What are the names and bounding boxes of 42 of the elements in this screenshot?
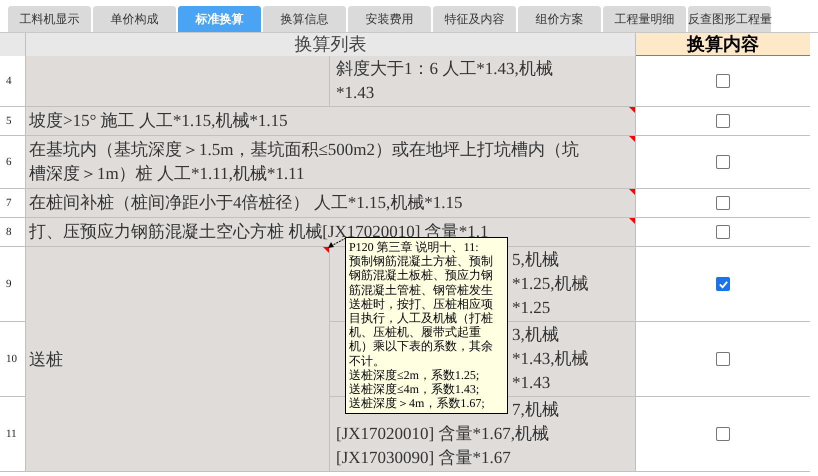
checkbox[interactable] (716, 155, 730, 169)
row-number: 5 (0, 107, 26, 136)
tab[interactable]: 组价方案 (518, 6, 601, 32)
tab[interactable]: 工料机显示 (8, 6, 91, 32)
cell-text: *1.43 (512, 372, 550, 394)
column-header: 换算内容 (636, 33, 810, 57)
tab[interactable]: 反查图形工程量 (688, 6, 771, 32)
cell-text: *1.43 (336, 82, 374, 104)
cell-text: *1.25 (512, 297, 550, 319)
row-number: 11 (0, 397, 26, 472)
tab[interactable]: 工程量明细 (603, 6, 686, 32)
cell-text: *1.25,机械 (512, 273, 588, 295)
cell-text: [JX17020010] 含量*1.67,机械 (336, 423, 549, 445)
table-cell: 坡度>15° 施工 人工*1.15,机械*1.15 (26, 107, 636, 136)
tab[interactable]: 安装费用 (348, 6, 431, 32)
tab[interactable]: 换算信息 (263, 6, 346, 32)
checkbox[interactable] (716, 352, 730, 366)
checkbox[interactable] (716, 225, 730, 239)
cell-text: 7,机械 (512, 399, 559, 421)
cell-text: 送桩 (29, 348, 63, 370)
row-number: 4 (0, 56, 26, 107)
tab[interactable]: 单价构成 (93, 6, 176, 32)
row-number: 8 (0, 218, 26, 247)
note-text: P120 第三章 说明十、11: 预制钢筋混凝土方桩、预制 钢筋混凝土板桩、预应力钢 筋混凝土管桩、钢管桩发生 送桩时，按打、压桩相应项 目执行，人工及机械（打桩 机、压桩机、履带式起重 机）乘以下表的系数，其余 不计。 送桩深度≤2m，系数1.25; 送桩深度≤4m，系数1.43; 送桩深度＞4m，系数1.67; (349, 240, 494, 410)
row-number: 7 (0, 189, 26, 218)
cell-text: 5,机械 (512, 249, 559, 271)
checkbox[interactable] (716, 74, 730, 88)
cell-text: [JX17030090] 含量*1.67 (336, 447, 511, 469)
table-cell: 在基坑内（基坑深度＞1.5m，基坑面积≤500m2）或在地坪上打坑槽内（坑槽深度＞1m）桩 人工*1.11,机械*1.11 (26, 136, 636, 189)
checkbox[interactable] (716, 114, 730, 128)
row-number: 10 (0, 322, 26, 397)
row-number: 9 (0, 247, 26, 322)
cell-text: 斜度大于1：6 人工*1.43,机械 (336, 58, 553, 80)
table-cell: 在桩间补桩（桩间净距小于4倍桩径） 人工*1.15,机械*1.15 (26, 189, 636, 218)
cell-text: *1.43,机械 (512, 348, 588, 370)
checkbox[interactable] (716, 196, 730, 210)
checkbox[interactable] (716, 427, 730, 441)
column-header: 换算列表 (26, 33, 636, 57)
checkbox[interactable] (716, 277, 730, 291)
cell-text: 3,机械 (512, 324, 559, 346)
tab[interactable]: 特征及内容 (433, 6, 516, 32)
row-number: 6 (0, 136, 26, 189)
